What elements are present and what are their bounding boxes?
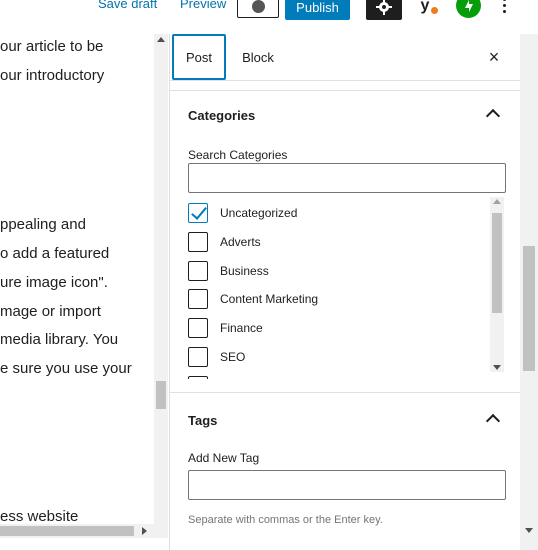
search-categories-label: Search Categories <box>188 148 288 162</box>
scrollbar-thumb[interactable] <box>523 246 535 371</box>
editor-text-line: ure image icon". <box>0 274 108 291</box>
category-label: Finance <box>220 321 263 335</box>
tags-help-text: Separate with commas or the Enter key. <box>188 514 383 526</box>
gear-icon <box>376 0 392 15</box>
category-label: Uncategorized <box>220 206 298 220</box>
divider <box>170 90 521 91</box>
checkbox[interactable] <box>188 347 208 367</box>
scrollbar-thumb[interactable] <box>492 213 502 313</box>
chevron-up-icon[interactable] <box>485 108 501 124</box>
scrollbar-thumb[interactable] <box>156 381 166 409</box>
checkbox[interactable] <box>188 289 208 309</box>
editor-text-line: media library. You <box>0 331 119 348</box>
checkbox[interactable] <box>188 232 208 252</box>
scroll-right-arrow-icon[interactable] <box>142 527 147 535</box>
chevron-up-icon[interactable] <box>485 413 501 429</box>
publish-button[interactable]: Publish <box>285 0 350 20</box>
preview-icon <box>251 0 265 13</box>
search-categories-input[interactable] <box>188 163 506 193</box>
tab-post[interactable]: Post <box>172 34 226 80</box>
category-label: SEO <box>220 350 246 364</box>
tags-panel-title[interactable]: Tags <box>188 413 217 428</box>
add-new-tag-label: Add New Tag <box>188 451 260 465</box>
editor-text-line: ppealing and <box>0 216 86 233</box>
yoast-status-dot <box>431 7 438 14</box>
scroll-down-arrow-icon[interactable] <box>525 528 533 533</box>
close-icon: × <box>488 46 500 67</box>
checkbox[interactable] <box>188 318 208 338</box>
category-label: Content Marketing <box>220 292 319 306</box>
top-toolbar: Save draft Preview Publish y <box>0 0 538 34</box>
settings-sidebar: Post Block × Categories Search Categorie… <box>169 34 521 550</box>
scroll-up-arrow-icon[interactable] <box>493 199 501 204</box>
jetpack-icon <box>464 0 473 12</box>
sidebar-tabs: Post Block × <box>170 34 521 81</box>
category-item[interactable] <box>188 374 488 379</box>
settings-button[interactable] <box>366 0 402 20</box>
checkbox[interactable] <box>188 203 208 223</box>
divider <box>170 392 521 393</box>
checkbox[interactable] <box>188 376 208 379</box>
category-item[interactable]: SEO <box>188 345 488 369</box>
yoast-icon: y <box>420 0 430 14</box>
editor-text-line: mage or import <box>0 303 101 320</box>
category-item[interactable]: Uncategorized <box>188 201 488 225</box>
tab-block[interactable]: Block <box>236 34 280 80</box>
category-label: Business <box>220 264 269 278</box>
category-item[interactable]: Business <box>188 259 488 283</box>
category-label: Adverts <box>220 235 261 249</box>
yoast-seo-button[interactable]: y <box>410 0 440 18</box>
save-draft-button[interactable]: Save draft <box>98 0 157 11</box>
editor-text-line: ess website <box>0 508 79 524</box>
category-list-scrollbar[interactable] <box>490 197 504 372</box>
checkbox[interactable] <box>188 261 208 281</box>
editor-screen: Save draft Preview Publish y our article… <box>0 0 538 550</box>
category-item[interactable]: Finance <box>188 316 488 340</box>
category-list: Uncategorized Adverts Business Content M… <box>188 201 506 379</box>
category-item[interactable]: Content Marketing <box>188 287 488 311</box>
more-options-button[interactable] <box>497 0 511 16</box>
scrollbar-thumb[interactable] <box>0 526 134 536</box>
editor-text-line: e sure you use your <box>0 360 132 377</box>
categories-panel-title[interactable]: Categories <box>188 108 255 123</box>
close-sidebar-button[interactable]: × <box>483 46 505 68</box>
category-item[interactable]: Adverts <box>188 230 488 254</box>
add-tag-input[interactable] <box>188 470 506 500</box>
editor-content[interactable]: our article to be our introductory ppeal… <box>0 34 154 524</box>
sidebar-scrollbar[interactable] <box>520 34 538 550</box>
editor-text-line: our introductory <box>0 67 105 84</box>
preview-device-button[interactable] <box>237 0 279 18</box>
preview-button[interactable]: Preview <box>180 0 226 11</box>
more-vertical-icon <box>502 0 506 1</box>
scroll-up-arrow-icon[interactable] <box>157 37 165 42</box>
jetpack-button[interactable] <box>456 0 481 18</box>
editor-text-line: our article to be <box>0 38 104 55</box>
editor-vertical-scrollbar[interactable] <box>154 34 168 524</box>
scroll-down-arrow-icon[interactable] <box>493 365 501 370</box>
editor-horizontal-scrollbar[interactable] <box>0 524 168 538</box>
editor-text-line: o add a featured <box>0 245 110 262</box>
